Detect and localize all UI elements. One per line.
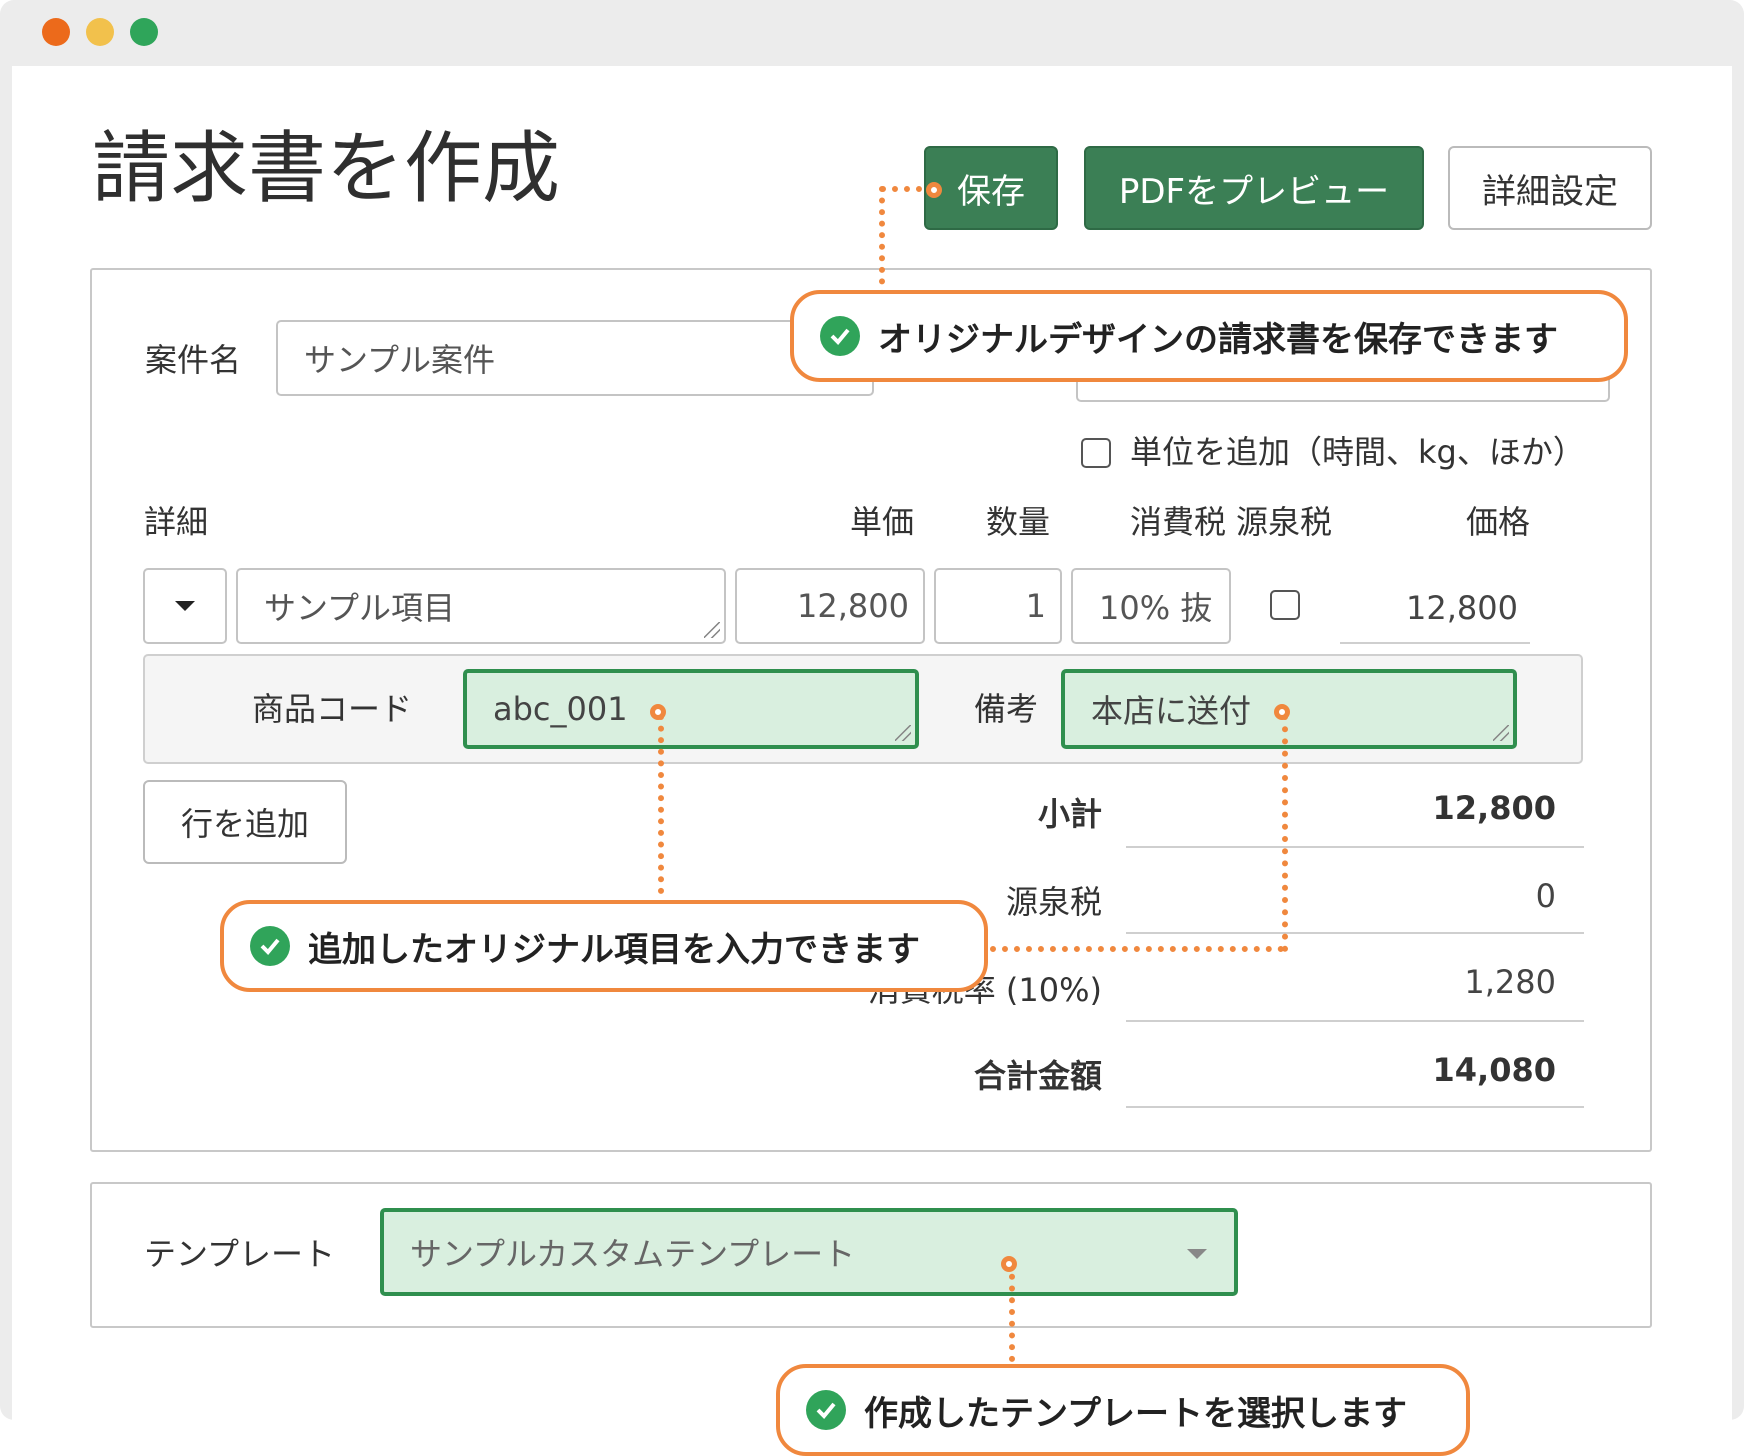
maximize-window-dot[interactable] [130,18,158,46]
totals-divider [1126,932,1584,934]
callout-save: オリジナルデザインの請求書を保存できます [790,290,1628,382]
caret-down-icon [175,601,195,611]
col-quantity-header: 数量 [986,503,1051,541]
chevron-down-icon [1187,1249,1207,1259]
col-price-header: 価格 [1466,503,1531,541]
save-button[interactable]: 保存 [924,146,1058,230]
resize-handle-icon[interactable] [1493,725,1509,741]
callout-pin [1274,704,1290,720]
callout-pin [926,182,942,198]
withholding-value: 0 [1535,877,1556,915]
totals-divider [1126,1020,1584,1022]
add-unit-label: 単位を追加（時間、kg、ほか） [1130,433,1585,471]
project-name-label: 案件名 [145,341,242,379]
add-row-button[interactable]: 行を追加 [143,780,347,864]
template-select-value: サンプルカスタムテンプレート [410,1235,856,1273]
page-title: 請求書を作成 [92,124,561,214]
totals-divider [1126,1106,1584,1108]
callout-template-text: 作成したテンプレートを選択します [864,1393,1407,1434]
callout-fields: 追加したオリジナル項目を入力できます [220,900,988,992]
col-detail-header: 詳細 [144,503,209,541]
item-name-text: サンプル項目 [264,589,456,627]
row-price-value: 12,800 [1406,589,1518,627]
check-circle-icon [806,1390,846,1430]
row-menu-dropdown[interactable] [143,568,227,644]
note-label: 備考 [974,690,1039,728]
tax-total-value: 1,280 [1464,963,1556,1001]
tax-rate-select[interactable]: 10% 抜 [1071,568,1231,644]
col-withholding-header: 源泉税 [1236,503,1333,541]
callout-template: 作成したテンプレートを選択します [776,1364,1470,1456]
resize-handle-icon[interactable] [895,725,911,741]
subtotal-value: 12,800 [1432,789,1556,827]
close-window-dot[interactable] [42,18,70,46]
quantity-input[interactable]: 1 [934,568,1062,644]
callout-connector [658,714,664,894]
check-circle-icon [820,316,860,356]
col-tax-header: 消費税 [1130,503,1227,541]
template-select[interactable]: サンプルカスタムテンプレート [380,1208,1238,1296]
grand-total-label: 合計金額 [973,1057,1102,1095]
withholding-checkbox[interactable] [1270,590,1300,620]
callout-save-text: オリジナルデザインの請求書を保存できます [878,319,1558,360]
col-unit-price-header: 単価 [850,503,915,541]
item-name-input[interactable]: サンプル項目 [236,568,726,644]
note-text: 本店に送付 [1091,692,1252,730]
template-label: テンプレート [144,1235,336,1273]
unit-price-input[interactable]: 12,800 [735,568,925,644]
callout-fields-text: 追加したオリジナル項目を入力できます [308,929,920,970]
product-code-input[interactable]: abc_001 [463,669,919,749]
resize-handle-icon[interactable] [704,622,720,638]
subtotal-label: 小計 [1037,795,1102,833]
callout-connector [879,186,885,296]
callout-connector [990,946,1284,952]
minimize-window-dot[interactable] [86,18,114,46]
grand-total-value: 14,080 [1432,1051,1556,1089]
product-code-text: abc_001 [493,690,628,728]
totals-divider [1126,846,1584,848]
check-circle-icon [250,926,290,966]
add-unit-checkbox[interactable] [1081,438,1111,468]
advanced-settings-button[interactable]: 詳細設定 [1448,146,1652,230]
callout-connector [1009,1262,1015,1362]
callout-pin [650,704,666,720]
row-price-underline [1340,642,1530,644]
project-name-input[interactable]: サンプル案件 [276,320,874,396]
callout-connector [1282,714,1288,952]
callout-pin [1001,1256,1017,1272]
pdf-preview-button[interactable]: PDFをプレビュー [1084,146,1424,230]
product-code-label: 商品コード [252,690,413,728]
